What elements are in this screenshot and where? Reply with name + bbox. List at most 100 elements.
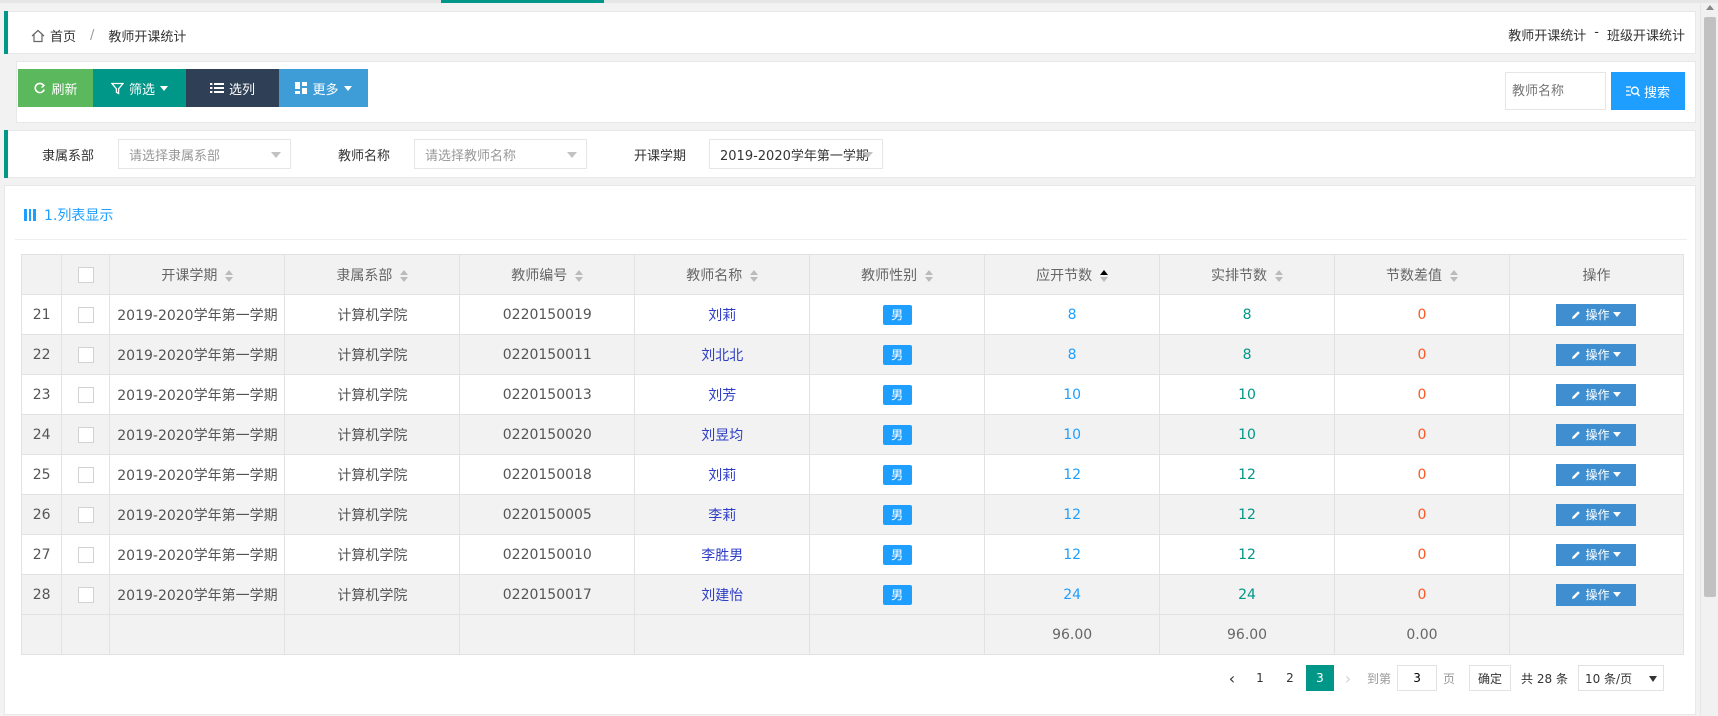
page-1[interactable]: 1 [1246, 665, 1274, 691]
cell-gender: 男 [809, 334, 986, 375]
sort-icon[interactable] [400, 269, 409, 282]
header-gender[interactable]: 教师性别 [809, 254, 986, 295]
header-checkbox[interactable] [61, 254, 111, 295]
teacher-name-link[interactable]: 刘昱均 [701, 428, 743, 444]
operate-label: 操作 [1585, 388, 1610, 402]
columns-button[interactable]: 选列 [186, 69, 279, 107]
home-icon[interactable] [31, 29, 45, 43]
operate-button[interactable]: 操作 [1556, 503, 1637, 526]
operate-button[interactable]: 操作 [1556, 303, 1637, 326]
sort-icon[interactable] [925, 269, 934, 282]
row-checkbox[interactable] [77, 346, 94, 363]
term-select[interactable]: 2019-2020学年第一学期 [709, 139, 883, 169]
sort-icon[interactable] [1449, 269, 1458, 282]
totals-row: 96.00 96.00 0.00 [20, 614, 1685, 655]
cell-name: 刘莉 [634, 294, 811, 335]
table-row[interactable]: 28 2019-2020学年第一学期 计算机学院 0220150017 刘建怡 男 24 24… [20, 574, 1685, 615]
sort-asc-icon[interactable] [1100, 269, 1109, 282]
cell-gender: 男 [809, 414, 986, 455]
more-button[interactable]: 更多 [279, 69, 368, 107]
goto-confirm-button[interactable]: 确定 [1469, 665, 1512, 691]
teacher-name-link[interactable]: 李胜男 [701, 548, 743, 564]
search-button[interactable]: 搜索 [1611, 72, 1685, 110]
sort-icon[interactable] [1275, 269, 1284, 282]
sort-icon[interactable] [750, 269, 759, 282]
teacher-name-link[interactable]: 刘芳 [708, 388, 736, 404]
table-row[interactable]: 22 2019-2020学年第一学期 计算机学院 0220150011 刘北北男 8 8 0 操… [20, 334, 1685, 375]
header-code[interactable]: 教师编号 [459, 254, 636, 295]
header-term[interactable]: 开课学期 [109, 254, 286, 295]
goto-page-input[interactable] [1397, 665, 1438, 691]
chevron-down-icon [1613, 432, 1622, 437]
scroll-up-icon[interactable] [1706, 5, 1714, 10]
teacher-name-link[interactable]: 刘建怡 [701, 588, 743, 604]
table-row[interactable]: 23 2019-2020学年第一学期 计算机学院 0220150013 刘芳男 10 10 0… [20, 374, 1685, 415]
page-2[interactable]: 2 [1276, 665, 1304, 691]
page-3-current[interactable]: 3 [1306, 665, 1334, 691]
operate-button[interactable]: 操作 [1556, 423, 1637, 446]
row-checkbox-cell[interactable] [61, 534, 111, 575]
edit-icon [1572, 550, 1581, 559]
sort-icon[interactable] [225, 269, 234, 282]
row-checkbox[interactable] [77, 426, 94, 443]
total-actual: 96.00 [1159, 614, 1336, 655]
teacher-select[interactable]: 请选择教师名称 [414, 139, 587, 169]
table-row[interactable]: 21 2019-2020学年第一学期 计算机学院 0220150019 刘莉男 8 8 0 操作 [20, 294, 1685, 335]
row-checkbox-cell[interactable] [61, 334, 111, 375]
operate-button[interactable]: 操作 [1556, 343, 1637, 366]
sort-icon[interactable] [575, 269, 584, 282]
filter-button[interactable]: 筛选 [93, 69, 186, 107]
teacher-name-link[interactable]: 刘莉 [708, 308, 736, 324]
operate-button[interactable]: 操作 [1556, 543, 1637, 566]
cell-planned: 12 [984, 454, 1161, 495]
header-name[interactable]: 教师名称 [634, 254, 811, 295]
cell-term: 2019-2020学年第一学期 [109, 454, 286, 495]
header-label: 隶属系部 [336, 267, 393, 284]
cell-name: 刘昱均 [634, 414, 811, 455]
table-row[interactable]: 25 2019-2020学年第一学期 计算机学院 0220150018 刘莉男 12 12 0… [20, 454, 1685, 495]
page-scrollbar[interactable] [1700, 3, 1718, 716]
refresh-button[interactable]: 刷新 [18, 69, 93, 107]
row-checkbox[interactable] [77, 586, 94, 603]
header-dept[interactable]: 隶属系部 [284, 254, 461, 295]
row-checkbox[interactable] [77, 546, 94, 563]
row-checkbox-cell[interactable] [61, 494, 111, 535]
row-checkbox-cell[interactable] [61, 294, 111, 335]
dept-select[interactable]: 请选择隶属系部 [118, 139, 291, 169]
link-teacher-stats[interactable]: 教师开课统计 [1508, 25, 1586, 44]
table-row[interactable]: 26 2019-2020学年第一学期 计算机学院 0220150005 李莉男 12 12 0… [20, 494, 1685, 535]
row-checkbox[interactable] [77, 306, 94, 323]
link-class-stats[interactable]: 班级开课统计 [1607, 25, 1685, 44]
operate-button[interactable]: 操作 [1556, 383, 1637, 406]
header-planned[interactable]: 应开节数 [984, 254, 1161, 295]
page-size-select[interactable]: 10 条/页 [1577, 665, 1664, 691]
breadcrumb-home[interactable]: 首页 [50, 26, 76, 45]
select-all-checkbox[interactable] [77, 266, 94, 283]
cell-diff: 0 [1334, 494, 1510, 535]
operate-label: 操作 [1585, 548, 1610, 562]
header-label: 操作 [1582, 267, 1611, 284]
teacher-search-input[interactable] [1505, 72, 1606, 110]
row-checkbox[interactable] [77, 506, 94, 523]
teacher-stats-table: 开课学期 隶属系部 教师编号 教师名称 教师性别 应开节数 实排节数 节数差值 … [20, 254, 1685, 655]
row-checkbox-cell[interactable] [61, 374, 111, 415]
row-checkbox[interactable] [77, 386, 94, 403]
row-checkbox-cell[interactable] [61, 574, 111, 615]
prev-page-icon[interactable]: ‹ [1219, 665, 1245, 691]
teacher-name-link[interactable]: 李莉 [708, 508, 736, 524]
scrollbar-thumb[interactable] [1704, 17, 1716, 597]
next-page-icon[interactable]: › [1335, 665, 1361, 691]
operate-button[interactable]: 操作 [1556, 583, 1637, 606]
header-diff[interactable]: 节数差值 [1334, 254, 1510, 295]
table-row[interactable]: 24 2019-2020学年第一学期 计算机学院 0220150020 刘昱均 男 10 10… [20, 414, 1685, 455]
row-checkbox[interactable] [77, 466, 94, 483]
operate-button[interactable]: 操作 [1556, 463, 1637, 486]
header-actual[interactable]: 实排节数 [1159, 254, 1336, 295]
breadcrumb-current: 教师开课统计 [108, 30, 187, 45]
row-checkbox-cell[interactable] [61, 454, 111, 495]
teacher-name-link[interactable]: 刘莉 [708, 468, 736, 484]
table-row[interactable]: 27 2019-2020学年第一学期 计算机学院 0220150010 李胜男 男 12 12… [20, 534, 1685, 575]
row-checkbox-cell[interactable] [61, 414, 111, 455]
active-tab-indicator [441, 0, 604, 3]
teacher-name-link[interactable]: 刘北北 [701, 348, 743, 364]
